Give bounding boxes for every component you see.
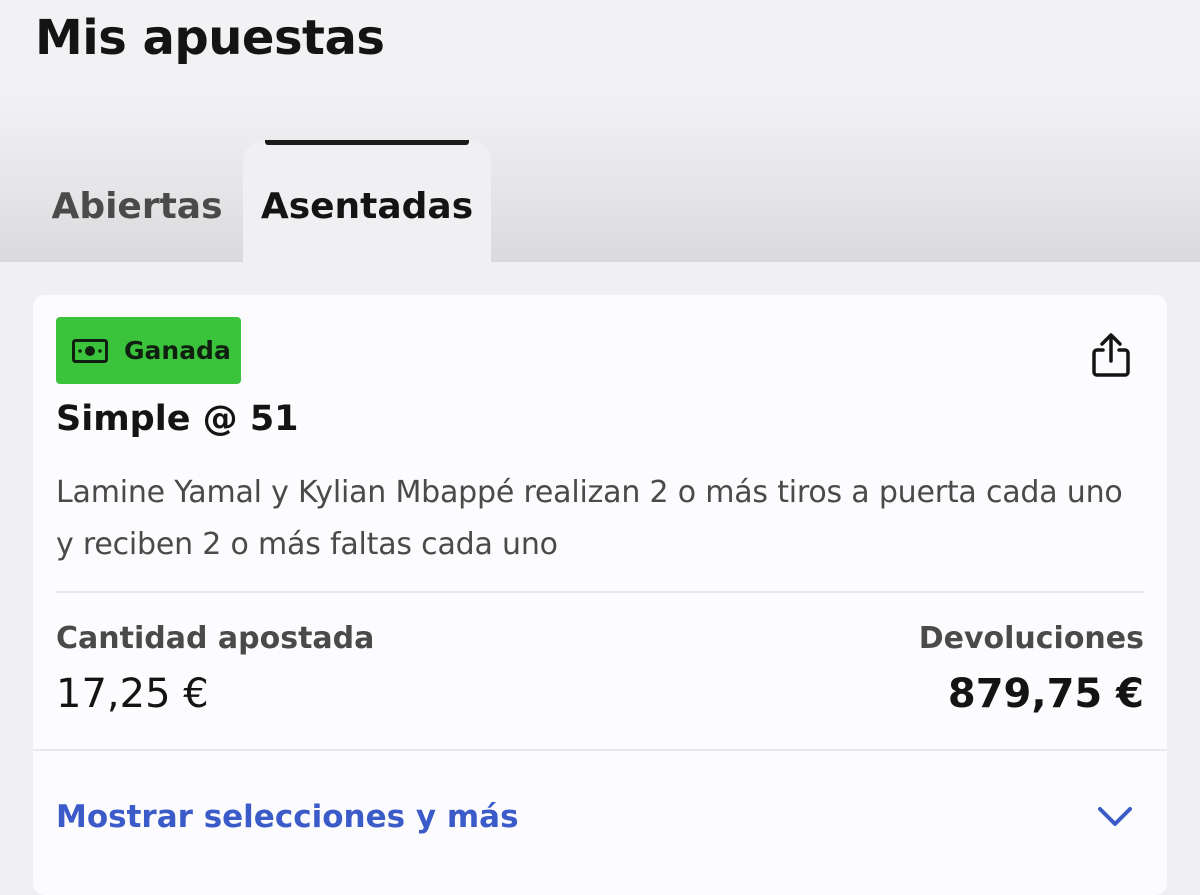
tab-asentadas[interactable]: Asentadas — [243, 140, 491, 262]
active-tab-indicator — [265, 140, 469, 145]
divider — [56, 591, 1144, 593]
bet-card: Ganada Simple @ 51 Lamine Yamal y Kylian… — [33, 295, 1167, 895]
bet-title: Simple @ 51 — [56, 399, 299, 439]
page-title: Mis apuestas — [35, 10, 385, 66]
status-label: Ganada — [124, 336, 231, 365]
stake-value: 17,25 € — [56, 671, 209, 717]
bet-description: Lamine Yamal y Kylian Mbappé realizan 2 … — [56, 475, 1123, 562]
tab-label: Asentadas — [260, 185, 474, 227]
returns-value: 879,75 € — [947, 671, 1144, 717]
status-badge: Ganada — [56, 317, 241, 384]
chevron-down-icon — [1098, 807, 1132, 826]
page-header: Mis apuestas Abiertas Asentadas — [0, 0, 1200, 262]
show-selections-link[interactable]: Mostrar selecciones y más — [56, 799, 519, 835]
share-icon — [1092, 333, 1130, 377]
divider — [33, 749, 1167, 751]
share-button[interactable] — [1083, 327, 1139, 383]
banknote-icon — [72, 338, 108, 363]
tab-abiertas[interactable]: Abiertas — [30, 140, 244, 262]
expand-button[interactable] — [1095, 801, 1135, 831]
stake-label: Cantidad apostada — [56, 621, 375, 656]
tab-label: Abiertas — [51, 185, 223, 227]
returns-label: Devoluciones — [918, 621, 1144, 656]
